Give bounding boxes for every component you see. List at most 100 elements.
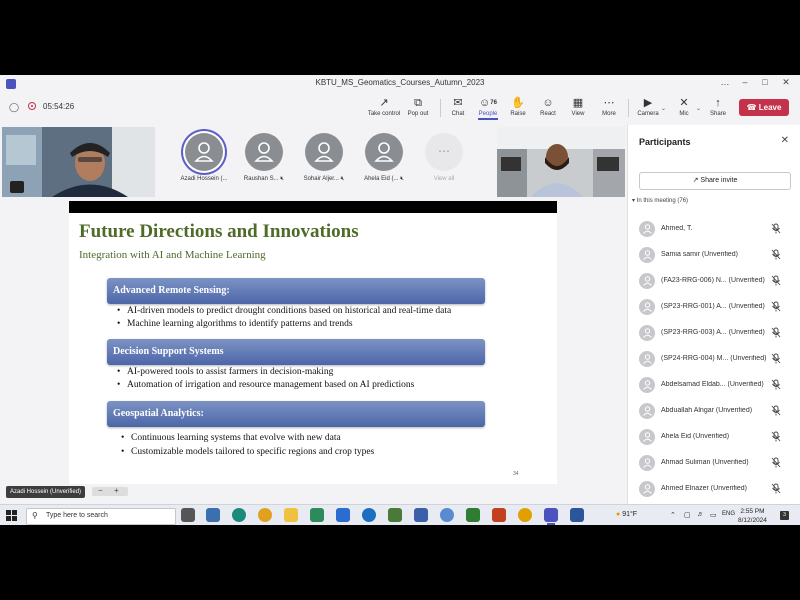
language-app-icon[interactable] bbox=[206, 508, 220, 522]
mic-muted-icon[interactable] bbox=[771, 379, 781, 390]
participant-row[interactable]: Ahmed, T. bbox=[639, 217, 791, 241]
view-all-button[interactable]: ⋯ View all bbox=[418, 133, 470, 182]
avatar bbox=[639, 455, 655, 471]
panel-title: Participants bbox=[639, 137, 691, 147]
app-icon[interactable] bbox=[492, 508, 506, 522]
edge-browser-icon[interactable] bbox=[232, 508, 246, 522]
mic-muted-icon[interactable] bbox=[771, 301, 781, 312]
bullet-item: Continuous learning systems that evolve … bbox=[121, 433, 341, 443]
participant-row[interactable]: Ahmad Suliman (Unverified) bbox=[639, 451, 791, 475]
mic-muted-icon[interactable] bbox=[771, 353, 781, 364]
participant-row[interactable]: (FA23-RRG-006) N... (Unverified) bbox=[639, 269, 791, 293]
person-icon bbox=[643, 328, 652, 338]
participant-row[interactable]: Samia samir (Unverified) bbox=[639, 243, 791, 267]
participant-row[interactable]: Abdelsamad Eldab... (Unverified) bbox=[639, 373, 791, 397]
participant-name: Ahmed, T. bbox=[661, 225, 693, 232]
take-control-button[interactable]: ↗ Take control bbox=[366, 96, 402, 117]
word-app-icon[interactable] bbox=[414, 508, 428, 522]
person-icon bbox=[643, 276, 652, 286]
app-icon[interactable] bbox=[440, 508, 454, 522]
person-icon bbox=[643, 484, 652, 494]
leave-button[interactable]: ☎ Leave bbox=[739, 99, 789, 116]
mic-muted-icon[interactable] bbox=[771, 483, 781, 494]
zoom-out-button[interactable]: − bbox=[98, 486, 103, 495]
take-control-icon: ↗ bbox=[379, 97, 389, 109]
file-explorer-icon[interactable] bbox=[284, 508, 298, 522]
meeting-timer: 05:54:26 bbox=[43, 102, 75, 111]
network-icon[interactable]: ▢ bbox=[684, 511, 691, 519]
battery-icon[interactable]: ▭ bbox=[710, 511, 717, 519]
mic-muted-icon[interactable] bbox=[771, 327, 781, 338]
participant-row[interactable]: (SP23-RRG-003) A... (Unverified) bbox=[639, 321, 791, 345]
participant-row[interactable]: Ahmed Elnazer (Unverified) bbox=[639, 477, 791, 501]
participant-avatar[interactable]: Ahela Eid (... 🔇︎ bbox=[358, 133, 410, 183]
video-tile-left[interactable] bbox=[2, 127, 155, 197]
mic-muted-icon[interactable] bbox=[771, 405, 781, 416]
pop-out-icon: ⧉ bbox=[414, 97, 422, 109]
participant-row[interactable]: Ahela Eid (Unverified) bbox=[639, 425, 791, 449]
mic-muted-icon[interactable] bbox=[771, 275, 781, 286]
avatar bbox=[305, 133, 343, 171]
participant-row[interactable]: (SP23-RRG-001) A... (Unverified) bbox=[639, 295, 791, 319]
participant-avatar[interactable]: Raushan S... 🔇︎ bbox=[238, 133, 290, 183]
mic-muted-icon[interactable] bbox=[771, 223, 781, 234]
video-feed bbox=[2, 127, 155, 197]
chrome-browser-icon[interactable] bbox=[258, 508, 272, 522]
avatar bbox=[639, 351, 655, 367]
taskbar-clock[interactable]: 2:55 PM 8/12/2024 bbox=[738, 507, 767, 525]
mail-icon[interactable] bbox=[336, 508, 350, 522]
app-icon[interactable] bbox=[362, 508, 376, 522]
section-heading: Advanced Remote Sensing: bbox=[107, 278, 485, 304]
volume-icon[interactable]: ♬ bbox=[697, 511, 704, 518]
people-count: 76 bbox=[490, 100, 497, 106]
share-invite-button[interactable]: ↗ Share invite bbox=[639, 172, 791, 190]
participant-avatar[interactable]: Sohair Aljer... 🔇︎ bbox=[298, 133, 350, 183]
app-icon[interactable] bbox=[518, 508, 532, 522]
app-icon[interactable] bbox=[466, 508, 480, 522]
language-indicator[interactable]: ENG bbox=[722, 511, 735, 517]
participant-row[interactable]: Abduallah Alngar (Unverified) bbox=[639, 399, 791, 423]
windows-start-icon[interactable] bbox=[6, 510, 17, 521]
weather-icon: ● bbox=[616, 511, 621, 518]
participant-name: (SP23-RRG-003) A... (Unverified) bbox=[661, 329, 765, 336]
teams-taskbar-icon[interactable] bbox=[544, 508, 558, 525]
app-icon[interactable] bbox=[388, 508, 402, 522]
in-meeting-section-toggle[interactable]: ▾ In this meeting (76) bbox=[632, 197, 688, 204]
share-icon: ↗ bbox=[692, 177, 699, 184]
mic-muted-icon[interactable] bbox=[771, 457, 781, 468]
word-taskbar-icon[interactable] bbox=[570, 508, 584, 522]
shared-slide: Future Directions and Innovations Integr… bbox=[69, 201, 557, 500]
person-icon bbox=[314, 142, 334, 162]
participant-name: (SP23-RRG-001) A... (Unverified) bbox=[661, 303, 765, 310]
more-icon: ⋯ bbox=[603, 97, 615, 109]
video-tile-right[interactable] bbox=[497, 127, 625, 197]
bullet-item: Automation of irrigation and resource ma… bbox=[117, 380, 414, 390]
tray-expand-icon[interactable]: ⌃ bbox=[670, 511, 676, 519]
participant-name: Abdelsamad Eldab... (Unverified) bbox=[661, 381, 764, 388]
mic-muted-icon[interactable] bbox=[771, 431, 781, 442]
minimize-button[interactable]: – bbox=[735, 77, 755, 87]
participant-name: Ahela Eid (Unverified) bbox=[661, 433, 730, 440]
person-icon bbox=[643, 458, 652, 468]
maximize-button[interactable]: □ bbox=[755, 77, 775, 87]
close-window-button[interactable]: ✕ bbox=[776, 77, 796, 88]
recording-icon bbox=[28, 102, 36, 110]
search-icon: ⚲ bbox=[32, 511, 38, 520]
participant-row[interactable]: (SP24-RRG-004) M... (Unverified) bbox=[639, 347, 791, 371]
weather-temp: 91°F bbox=[622, 511, 638, 518]
share-button[interactable]: ↑ Share bbox=[700, 96, 736, 117]
avatar bbox=[245, 133, 283, 171]
minimize-window-icon[interactable]: … bbox=[715, 77, 735, 87]
app-icon[interactable] bbox=[310, 508, 324, 522]
task-view-icon[interactable] bbox=[181, 508, 195, 522]
more-button[interactable]: ⋯ More bbox=[591, 96, 627, 117]
zoom-in-button[interactable]: + bbox=[114, 486, 119, 495]
close-panel-icon[interactable]: ✕ bbox=[781, 135, 789, 146]
participant-avatar[interactable]: Azadi Hossein (... bbox=[178, 133, 230, 182]
search-placeholder: Type here to search bbox=[46, 512, 108, 519]
taskbar-search-box[interactable]: ⚲ Type here to search bbox=[26, 508, 176, 525]
notification-icon[interactable]: 3 bbox=[780, 511, 789, 520]
section-heading: Geospatial Analytics: bbox=[107, 401, 485, 427]
mic-muted-icon[interactable] bbox=[771, 249, 781, 260]
pop-out-button[interactable]: ⧉ Pop out bbox=[400, 96, 436, 117]
